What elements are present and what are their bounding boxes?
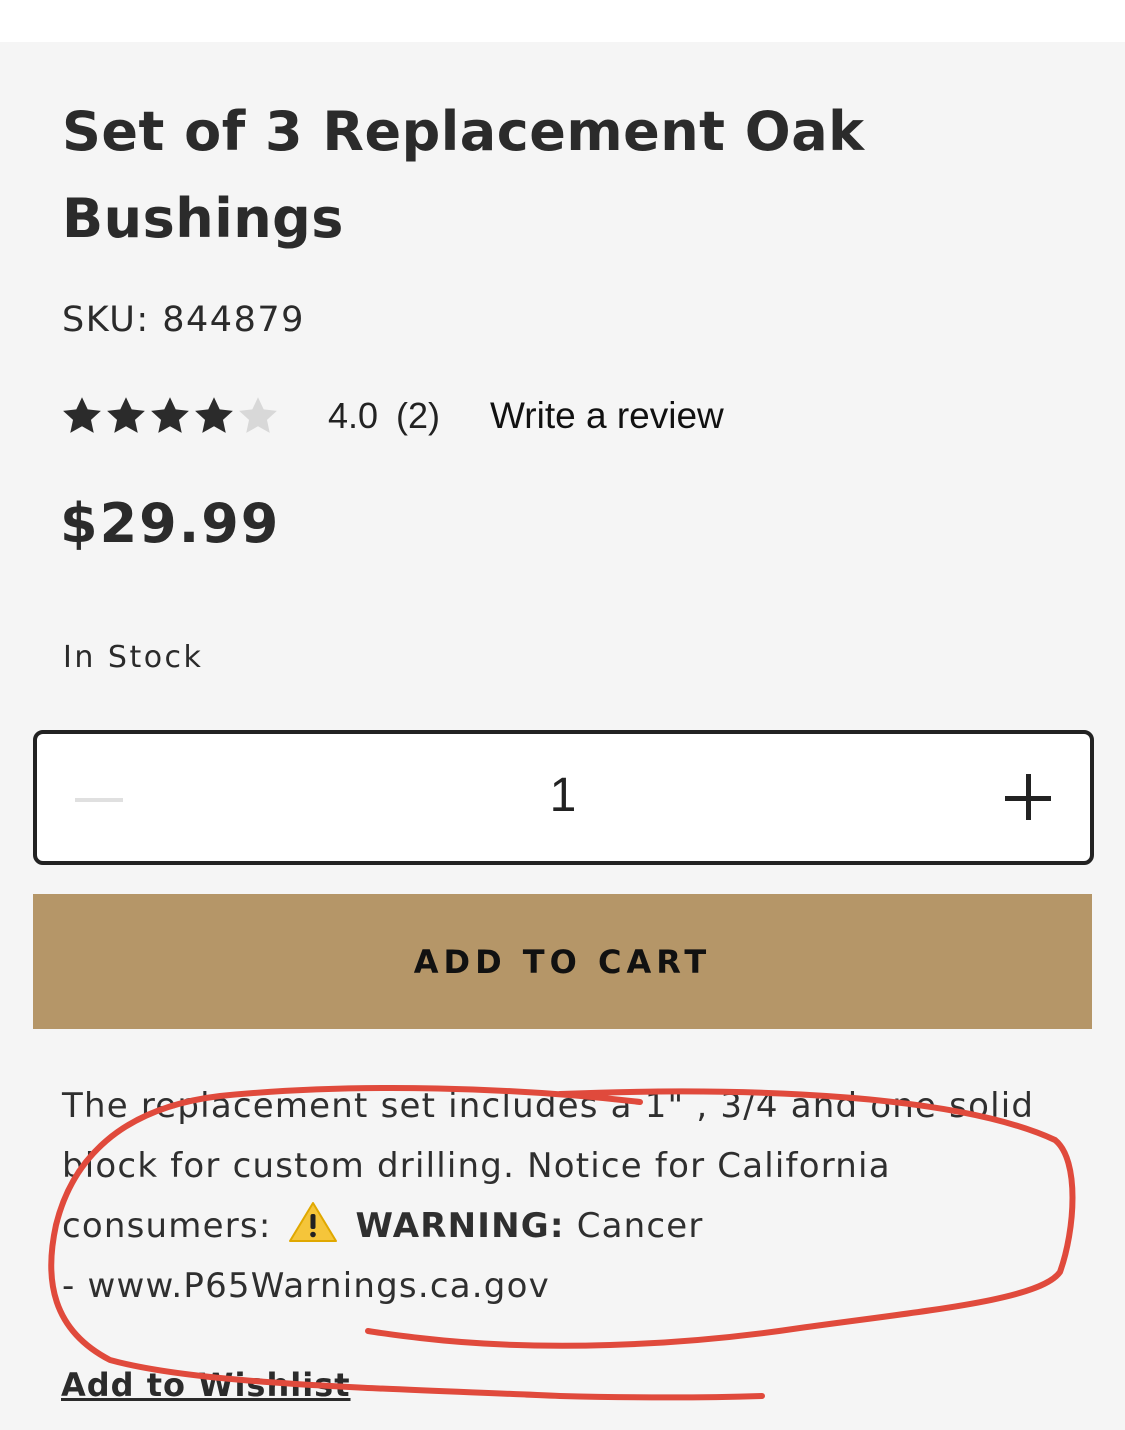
product-description: The replacement set includes a 1" , 3/4 … xyxy=(62,1076,1072,1316)
minus-icon[interactable] xyxy=(73,774,125,826)
quantity-input[interactable] xyxy=(463,764,663,828)
star-icon xyxy=(151,397,189,433)
star-icon xyxy=(63,397,101,433)
description-consumers-label: consumers: xyxy=(62,1206,272,1246)
star-empty-icon xyxy=(239,397,277,433)
product-title-line-2: Bushings xyxy=(62,187,344,250)
stock-status: In Stock xyxy=(63,640,204,675)
description-line-1: The replacement set includes a 1" , 3/4 … xyxy=(62,1086,1035,1126)
review-count[interactable]: (2) xyxy=(396,395,440,437)
p65-warning-link[interactable]: - www.P65Warnings.ca.gov xyxy=(62,1256,1072,1316)
description-line-2: block for custom drilling. Notice for Ca… xyxy=(62,1146,891,1186)
warning-label: WARNING: xyxy=(355,1206,565,1246)
rating-row: 4.0 (2) Write a review xyxy=(60,390,724,442)
quantity-stepper xyxy=(33,730,1094,865)
write-review-link[interactable]: Write a review xyxy=(490,395,724,437)
warning-icon xyxy=(288,1202,337,1242)
rating-stars[interactable] xyxy=(60,394,280,438)
product-title-line-1: Set of 3 Replacement Oak xyxy=(62,100,865,163)
top-strip xyxy=(0,0,1125,42)
add-to-cart-button[interactable]: ADD TO CART xyxy=(33,894,1092,1029)
rating-value: 4.0 xyxy=(328,395,379,436)
warning-text: Cancer xyxy=(576,1206,704,1246)
star-icon xyxy=(107,397,145,433)
description-line-3: consumers: WARNING: Cancer xyxy=(62,1196,1072,1256)
star-icon xyxy=(195,397,233,433)
product-price: $29.99 xyxy=(60,492,281,555)
add-to-wishlist-link[interactable]: Add to Wishlist xyxy=(61,1366,351,1404)
plus-icon[interactable] xyxy=(1003,772,1055,824)
product-title: Set of 3 Replacement Oak Bushings xyxy=(62,88,962,262)
product-sku: SKU: 844879 xyxy=(62,300,305,340)
